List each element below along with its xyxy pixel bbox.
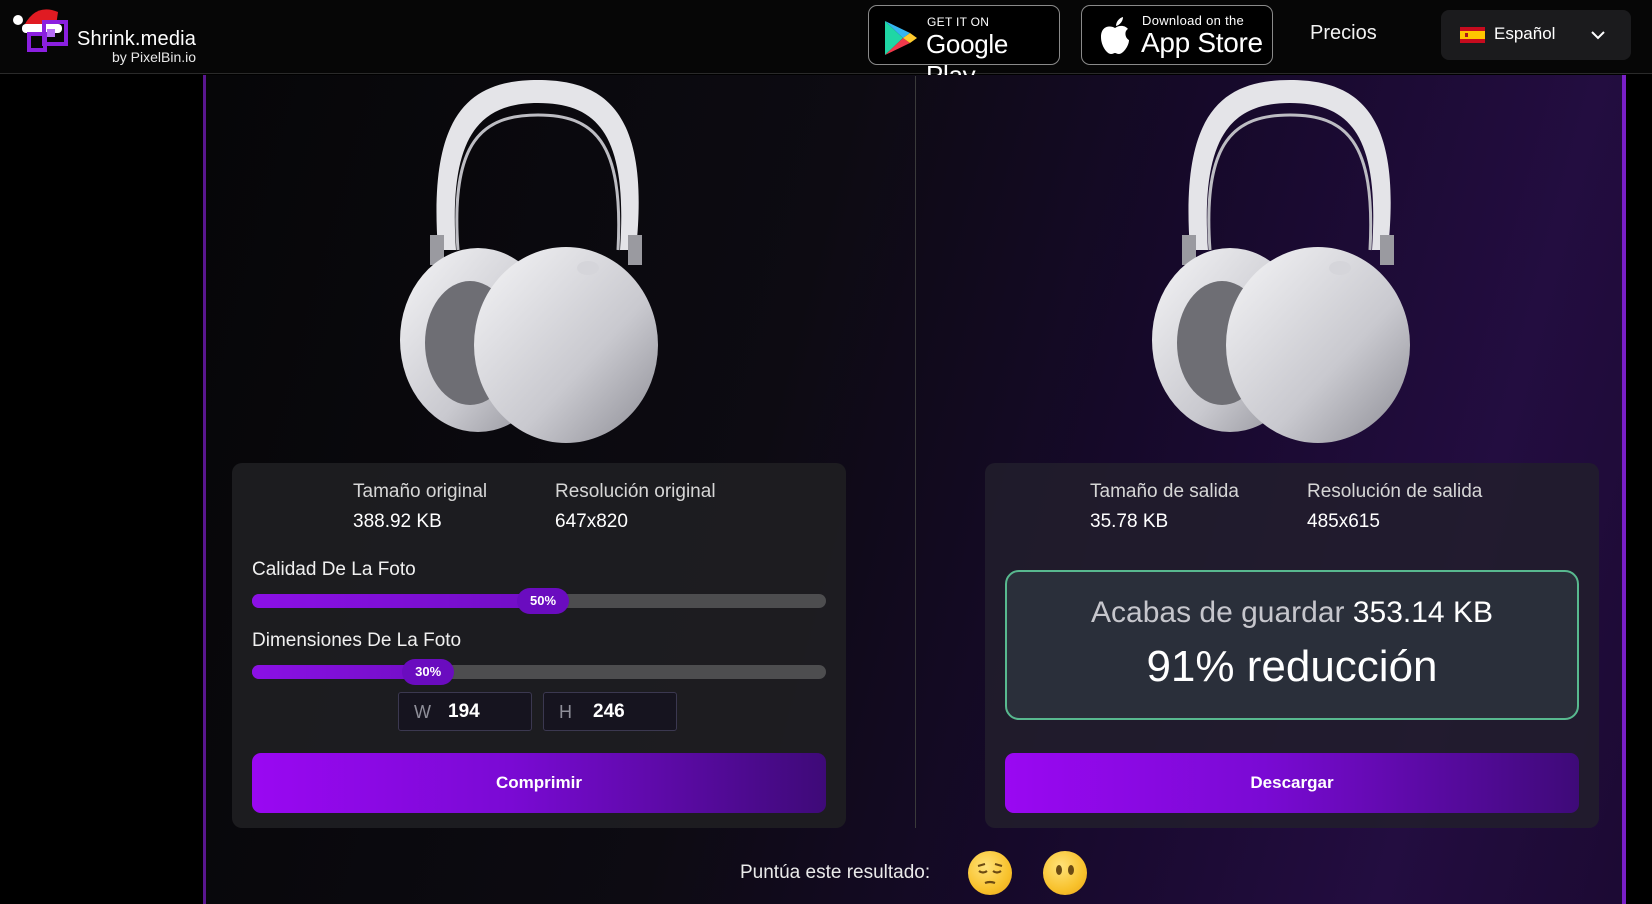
center-divider (915, 76, 916, 828)
savings-prefix: Acabas de guardar (1091, 596, 1345, 629)
dimensions-slider-thumb[interactable]: 30% (402, 659, 455, 685)
compress-button[interactable]: Comprimir (252, 753, 826, 813)
apple-logo-icon (1101, 17, 1129, 54)
savings-amount: 353.14 KB (1352, 596, 1493, 629)
logo-byline: by PixelBin.io (112, 49, 197, 65)
language-selector[interactable]: Español (1441, 10, 1631, 60)
original-resolution-label: Resolución original (555, 481, 716, 502)
savings-summary: Acabas de guardar 353.14 KB 91% reducció… (1005, 570, 1579, 720)
savings-line: Acabas de guardar 353.14 KB (1007, 596, 1577, 630)
width-prefix: W (414, 702, 431, 722)
output-size-label: Tamaño de salida (1090, 481, 1239, 502)
dimensions-slider[interactable]: 30% (252, 659, 826, 685)
rating-label: Puntúa este resultado: (740, 862, 931, 883)
pensive-face-icon[interactable] (968, 851, 1012, 895)
reduction-percent: 91% reducción (1146, 642, 1438, 691)
width-value: 194 (448, 701, 480, 722)
app-store-small-text: Download on the (1142, 13, 1245, 28)
output-resolution-label: Resolución de salida (1307, 481, 1483, 502)
download-button[interactable]: Descargar (1005, 753, 1579, 813)
height-prefix: H (559, 702, 572, 722)
output-resolution-value: 485x615 (1307, 511, 1380, 532)
dimensions-slider-title: Dimensiones De La Foto (252, 630, 462, 651)
shrink-logo-mark-icon (27, 20, 68, 52)
original-size-label: Tamaño original (353, 481, 488, 502)
app-store-button[interactable]: Download on the App Store (1081, 5, 1273, 65)
app-store-big-text: App Store (1141, 27, 1263, 58)
chevron-down-icon (1591, 31, 1605, 40)
original-resolution-value: 647x820 (555, 511, 628, 532)
right-edge-accent (1622, 75, 1626, 904)
output-size-value: 35.78 KB (1090, 511, 1169, 532)
pricing-link[interactable]: Precios (1310, 22, 1377, 45)
original-panel: Tamaño original 388.92 KB Resolución ori… (232, 463, 846, 828)
google-play-button[interactable]: GET IT ON Google Play (868, 5, 1060, 90)
original-image (400, 80, 658, 443)
language-label: Español (1494, 24, 1556, 43)
original-size-value: 388.92 KB (353, 511, 442, 532)
quality-slider[interactable]: 50% (252, 588, 826, 614)
shrink-media-logo[interactable]: Shrink.media by PixelBin.io (12, 2, 202, 68)
height-input[interactable]: H 246 (543, 692, 677, 731)
top-header: Shrink.media by PixelBin.io GET IT ON Go… (0, 0, 1652, 90)
google-play-small-text: GET IT ON (927, 15, 990, 29)
left-edge-accent (203, 75, 206, 904)
quality-slider-thumb[interactable]: 50% (517, 588, 569, 614)
quality-slider-title: Calidad De La Foto (252, 559, 416, 580)
compressed-image (1152, 80, 1410, 443)
output-panel: Tamaño de salida 35.78 KB Resolución de … (985, 463, 1599, 828)
google-play-icon (885, 21, 917, 55)
face-without-mouth-icon[interactable] (1043, 851, 1087, 895)
spain-flag-icon (1460, 27, 1485, 43)
width-input[interactable]: W 194 (398, 692, 532, 731)
height-value: 246 (593, 701, 625, 722)
logo-name: Shrink.media (77, 28, 197, 50)
